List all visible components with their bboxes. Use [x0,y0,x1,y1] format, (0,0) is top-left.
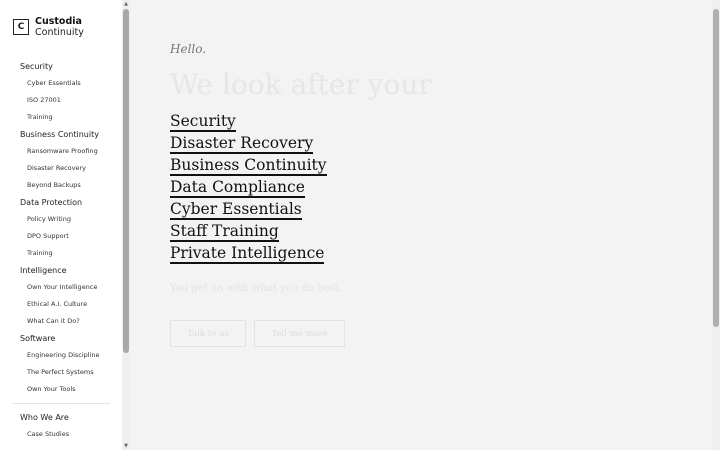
topic-label: Disaster Recovery [170,134,314,154]
logo-name-line2: Continuity [35,27,84,38]
topic-link-disaster-recovery[interactable]: Disaster Recovery [170,134,327,156]
nav-item-own-your-tools[interactable]: Own Your Tools [0,381,122,398]
nav-item-disaster-recovery[interactable]: Disaster Recovery [0,160,122,177]
logo-name-line1: Custodia [35,16,82,27]
scroll-down-arrow-icon[interactable]: ▼ [123,443,129,449]
topic-link-private-intelligence[interactable]: Private Intelligence [170,244,327,266]
topic-label: Cyber Essentials [170,200,302,220]
nav-item-beyond-backups[interactable]: Beyond Backups [0,177,122,194]
nav-section-who-we-are[interactable]: Who We Are [0,409,122,426]
nav-section-intelligence[interactable]: Intelligence [0,262,122,279]
nav-section-data-protection[interactable]: Data Protection [0,194,122,211]
sidebar-scrollbar[interactable]: ▲ ▼ [122,0,130,450]
nav-item-engineering-discipline[interactable]: Engineering Discipline [0,347,122,364]
nav-item-case-studies[interactable]: Case Studies [0,426,122,443]
topic-link-staff-training[interactable]: Staff Training [170,222,327,244]
nav-item-ransomware-proofing[interactable]: Ransomware Proofing [0,143,122,160]
nav-section-security[interactable]: Security [0,58,122,75]
topic-link-data-compliance[interactable]: Data Compliance [170,178,327,200]
nav-divider [12,403,110,404]
talk-to-us-button[interactable]: Talk to us [170,320,246,347]
topic-label: Staff Training [170,222,279,242]
nav-item-perfect-systems[interactable]: The Perfect Systems [0,364,122,381]
main-scrollbar[interactable] [712,0,720,450]
nav-item-policy-writing[interactable]: Policy Writing [0,211,122,228]
nav-section-software[interactable]: Software [0,330,122,347]
logo-text: Custodia Continuity [35,16,84,38]
main-scrollbar-thumb[interactable] [713,9,719,327]
topic-label: Security [170,112,236,132]
hero-headline: We look after your [170,68,432,101]
nav-item-own-your-intelligence[interactable]: Own Your Intelligence [0,279,122,296]
topic-label: Data Compliance [170,178,305,198]
nav-section-business-continuity[interactable]: Business Continuity [0,126,122,143]
nav-item-data-training[interactable]: Training [0,245,122,262]
topic-list: Security Disaster Recovery Business Cont… [170,112,327,266]
greeting: Hello. [170,42,207,56]
nav-item-ethical-ai-culture[interactable]: Ethical A.I. Culture [0,296,122,313]
sidebar: C Custodia Continuity Security Cyber Ess… [0,0,122,450]
nav-item-dpo-support[interactable]: DPO Support [0,228,122,245]
nav-item-what-can-it-do[interactable]: What Can it Do? [0,313,122,330]
nav-item-security-training[interactable]: Training [0,109,122,126]
logo-mark: C [13,19,29,35]
topic-link-cyber-essentials[interactable]: Cyber Essentials [170,200,327,222]
sidebar-nav: Security Cyber Essentials ISO 27001 Trai… [0,58,122,443]
logo[interactable]: C Custodia Continuity [13,16,84,38]
main-content: Hello. We look after your Security Disas… [130,0,712,450]
tell-me-more-button[interactable]: Tell me more [254,320,345,347]
scroll-up-arrow-icon[interactable]: ▲ [123,1,129,7]
tagline: You get on with what you do best. [170,283,342,294]
topic-label: Private Intelligence [170,244,325,264]
nav-item-cyber-essentials[interactable]: Cyber Essentials [0,75,122,92]
nav-item-iso-27001[interactable]: ISO 27001 [0,92,122,109]
sidebar-scrollbar-thumb[interactable] [123,9,129,353]
topic-link-business-continuity[interactable]: Business Continuity [170,156,327,178]
topic-link-security[interactable]: Security [170,112,327,134]
topic-label: Business Continuity [170,156,327,176]
